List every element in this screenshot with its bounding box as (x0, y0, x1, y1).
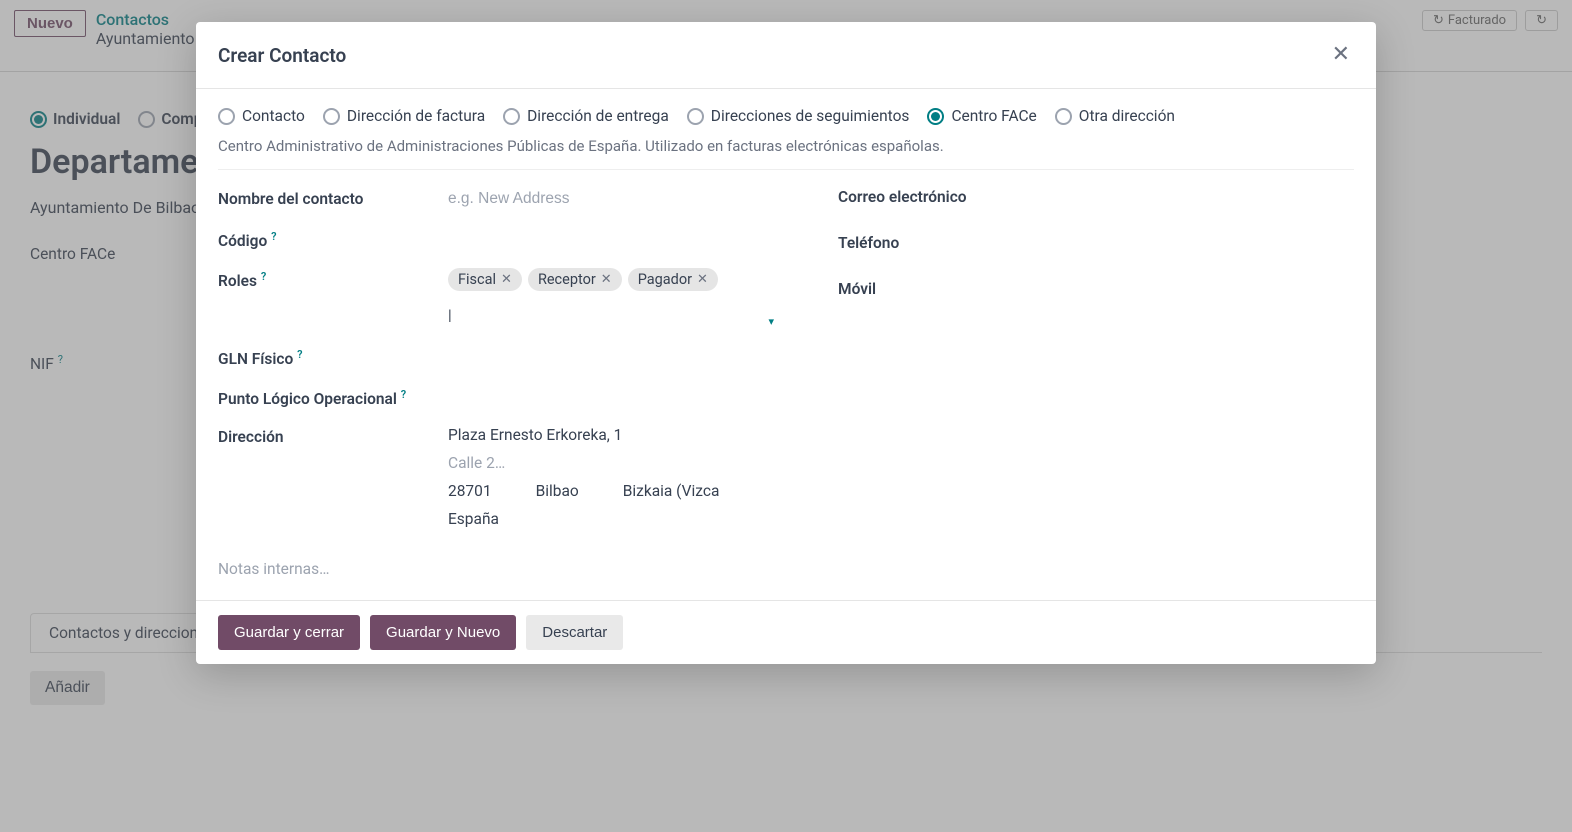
label-contact-name: Nombre del contacto (218, 188, 408, 208)
label-phone: Teléfono (838, 234, 1354, 252)
label-roles: Roles ? (218, 268, 408, 290)
modal-body: Contacto Dirección de factura Dirección … (196, 89, 1376, 600)
tag-remove-icon[interactable]: ✕ (501, 272, 512, 287)
radio-followup-address[interactable]: Direcciones de seguimientos (687, 107, 910, 125)
gln-input[interactable] (448, 346, 778, 368)
internal-notes-input[interactable]: Notas internas… (218, 560, 778, 578)
discard-button[interactable]: Descartar (526, 615, 623, 650)
plo-input[interactable] (448, 386, 778, 408)
address-street2-input[interactable]: Calle 2… (448, 454, 778, 472)
label-address: Dirección (218, 426, 408, 446)
tag-remove-icon[interactable]: ✕ (601, 272, 612, 287)
radio-icon (927, 108, 944, 125)
label-gln: GLN Físico ? (218, 346, 408, 368)
address-state[interactable]: Bizkaia (Vizca (623, 482, 720, 500)
address-street[interactable]: Plaza Ernesto Erkoreka, 1 (448, 426, 778, 444)
close-icon[interactable]: ✕ (1328, 40, 1354, 70)
codigo-input[interactable] (448, 228, 778, 250)
radio-label: Direcciones de seguimientos (711, 107, 910, 125)
tag-remove-icon[interactable]: ✕ (697, 272, 708, 287)
label-email: Correo electrónico (838, 188, 1354, 206)
modal-header: Crear Contacto ✕ (196, 22, 1376, 89)
tag-label: Pagador (638, 271, 692, 288)
radio-label: Dirección de factura (347, 107, 485, 125)
radio-icon (503, 108, 520, 125)
save-close-button[interactable]: Guardar y cerrar (218, 615, 360, 650)
role-tag[interactable]: Receptor ✕ (528, 268, 622, 291)
radio-icon (1055, 108, 1072, 125)
label-codigo: Código ? (218, 228, 408, 250)
radio-contacto[interactable]: Contacto (218, 107, 305, 125)
address-fields: Plaza Ernesto Erkoreka, 1 Calle 2… 28701… (448, 426, 778, 538)
role-tag[interactable]: Fiscal ✕ (448, 268, 522, 291)
modal-overlay: Crear Contacto ✕ Contacto Dirección de f… (0, 0, 1572, 832)
radio-label: Otra dirección (1079, 107, 1175, 125)
radio-centro-face[interactable]: Centro FACe (927, 107, 1036, 125)
radio-icon (323, 108, 340, 125)
radio-invoice-address[interactable]: Dirección de factura (323, 107, 485, 125)
tag-label: Receptor (538, 271, 596, 288)
radio-icon (687, 108, 704, 125)
radio-delivery-address[interactable]: Dirección de entrega (503, 107, 669, 125)
radio-other-address[interactable]: Otra dirección (1055, 107, 1175, 125)
address-city[interactable]: Bilbao (536, 482, 579, 500)
radio-label: Centro FACe (951, 107, 1036, 125)
modal-title: Crear Contacto (218, 44, 346, 67)
create-contact-modal: Crear Contacto ✕ Contacto Dirección de f… (196, 22, 1376, 664)
label-mobile: Móvil (838, 280, 1354, 298)
radio-label: Contacto (242, 107, 305, 125)
tag-label: Fiscal (458, 271, 496, 288)
roles-tags-input[interactable]: Fiscal✕ Receptor✕ Pagador✕ | ▾ (448, 268, 778, 328)
address-zip[interactable]: 28701 (448, 482, 492, 500)
contact-name-input[interactable] (448, 188, 778, 210)
role-tag[interactable]: Pagador ✕ (628, 268, 718, 291)
radio-label: Dirección de entrega (527, 107, 669, 125)
save-new-button[interactable]: Guardar y Nuevo (370, 615, 516, 650)
chevron-down-icon[interactable]: ▾ (768, 315, 778, 328)
radio-icon (218, 108, 235, 125)
address-type-radios: Contacto Dirección de factura Dirección … (218, 107, 1354, 125)
address-country[interactable]: España (448, 510, 778, 528)
type-description: Centro Administrativo de Administracione… (218, 137, 1354, 155)
modal-footer: Guardar y cerrar Guardar y Nuevo Descart… (196, 600, 1376, 664)
label-plo: Punto Lógico Operacional ? (218, 386, 408, 408)
